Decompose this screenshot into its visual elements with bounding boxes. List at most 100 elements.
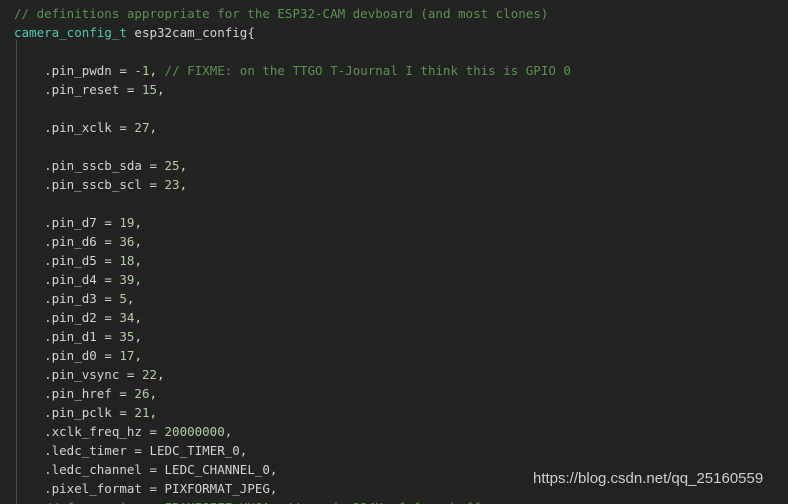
watermark-url: https://blog.csdn.net/qq_25160559 bbox=[533, 470, 764, 487]
code-token-op: = bbox=[119, 386, 135, 401]
code-line[interactable]: .pin_d2 = 34, bbox=[0, 308, 788, 327]
code-token-num: -1 bbox=[134, 63, 150, 78]
code-line[interactable]: .pin_d3 = 5, bbox=[0, 289, 788, 308]
code-line[interactable]: .pin_d0 = 17, bbox=[0, 346, 788, 365]
code-line[interactable]: .pin_vsync = 22, bbox=[0, 365, 788, 384]
code-token-idn: .pin_vsync bbox=[14, 367, 127, 382]
code-lines-container[interactable]: // definitions appropriate for the ESP32… bbox=[0, 4, 788, 504]
code-token-idn: .pin_d7 bbox=[14, 215, 105, 230]
code-line[interactable]: .pin_d4 = 39, bbox=[0, 270, 788, 289]
code-token-pun: , bbox=[126, 291, 135, 306]
code-token-op: = bbox=[119, 120, 135, 135]
code-token-op: = bbox=[134, 443, 150, 458]
code-line[interactable] bbox=[0, 99, 788, 118]
code-line[interactable]: .ledc_timer = LEDC_TIMER_0, bbox=[0, 441, 788, 460]
code-token-cmt: //.frame_size = FRAMESIZE_UXGA, // needs… bbox=[14, 500, 496, 504]
code-token-op: = bbox=[104, 272, 120, 287]
code-token-op: = bbox=[104, 291, 120, 306]
code-token-idn: .pin_d1 bbox=[14, 329, 105, 344]
code-token-pun: , bbox=[179, 177, 188, 192]
code-token-idn: .pin_href bbox=[14, 386, 120, 401]
code-token-idn: .pixel_format bbox=[14, 481, 150, 496]
code-line[interactable]: .pin_d7 = 19, bbox=[0, 213, 788, 232]
code-token-cmt: // FIXME: on the TTGO T-Journal I think … bbox=[164, 63, 571, 78]
code-token-idn: .pin_pwdn bbox=[14, 63, 120, 78]
code-token-op: = bbox=[119, 63, 135, 78]
code-token-pun: , bbox=[134, 215, 142, 230]
code-token-num: 36 bbox=[119, 234, 135, 249]
code-token-num: 25 bbox=[164, 158, 180, 173]
code-token-pun: , bbox=[179, 158, 188, 173]
code-line[interactable]: .pin_sscb_scl = 23, bbox=[0, 175, 788, 194]
code-token-num: 20000000 bbox=[164, 424, 225, 439]
code-token-op: = bbox=[126, 367, 142, 382]
code-token-op: = bbox=[104, 234, 120, 249]
code-editor[interactable]: // definitions appropriate for the ESP32… bbox=[0, 0, 788, 504]
code-token-num: 27 bbox=[134, 120, 150, 135]
code-token-pun: , bbox=[224, 424, 233, 439]
code-token-num: 5 bbox=[119, 291, 127, 306]
code-token-op: = bbox=[104, 215, 120, 230]
code-line[interactable]: .pin_d5 = 18, bbox=[0, 251, 788, 270]
code-line[interactable]: .pin_pwdn = -1, // FIXME: on the TTGO T-… bbox=[0, 61, 788, 80]
code-token-idn: .ledc_timer bbox=[14, 443, 135, 458]
code-token-idn: .pin_reset bbox=[14, 82, 127, 97]
code-token-op: = bbox=[149, 424, 165, 439]
code-token-op: = bbox=[149, 177, 165, 192]
code-token-idn: PIXFORMAT_JPEG bbox=[164, 481, 270, 496]
code-token-op: = bbox=[149, 462, 165, 477]
code-line[interactable] bbox=[0, 137, 788, 156]
code-token-idn: .ledc_channel bbox=[14, 462, 150, 477]
code-line[interactable]: // definitions appropriate for the ESP32… bbox=[0, 4, 788, 23]
code-line[interactable]: //.frame_size = FRAMESIZE_UXGA, // needs… bbox=[0, 498, 788, 504]
code-token-op: = bbox=[104, 348, 120, 363]
code-token-idn: LEDC_TIMER_0 bbox=[149, 443, 240, 458]
code-line[interactable]: .xclk_freq_hz = 20000000, bbox=[0, 422, 788, 441]
code-token-idn: .pin_d2 bbox=[14, 310, 105, 325]
code-line[interactable]: .pin_d1 = 35, bbox=[0, 327, 788, 346]
code-token-num: 26 bbox=[134, 386, 150, 401]
code-token-pun: { bbox=[247, 25, 255, 40]
code-token-idn: LEDC_CHANNEL_0 bbox=[164, 462, 270, 477]
code-token-num: 34 bbox=[119, 310, 135, 325]
code-token-idn: .pin_d5 bbox=[14, 253, 105, 268]
code-token-op: = bbox=[104, 329, 120, 344]
code-token-num: 22 bbox=[141, 367, 158, 382]
code-token-num: 18 bbox=[119, 253, 135, 268]
code-token-idn: .pin_d0 bbox=[14, 348, 105, 363]
code-line[interactable] bbox=[0, 42, 788, 61]
code-line[interactable]: .pin_href = 26, bbox=[0, 384, 788, 403]
code-token-pun: , bbox=[269, 462, 278, 477]
code-line[interactable]: .pin_pclk = 21, bbox=[0, 403, 788, 422]
code-line[interactable]: camera_config_t esp32cam_config{ bbox=[0, 23, 788, 42]
code-token-op: = bbox=[104, 310, 120, 325]
code-token-num: 39 bbox=[119, 272, 135, 287]
code-token-pun: , bbox=[134, 253, 142, 268]
code-token-idn: .xclk_freq_hz bbox=[14, 424, 150, 439]
code-token-num: 21 bbox=[134, 405, 150, 420]
code-line[interactable] bbox=[0, 194, 788, 213]
code-token-op: = bbox=[126, 82, 142, 97]
code-token-typ: camera_config_t bbox=[14, 25, 127, 40]
code-line[interactable]: .pin_sscb_sda = 25, bbox=[0, 156, 788, 175]
code-token-pun: , bbox=[157, 82, 165, 97]
code-token-pun: , bbox=[134, 329, 142, 344]
code-token-pun: , bbox=[134, 348, 142, 363]
code-token-pun: , bbox=[269, 481, 278, 496]
code-token-idn: .pin_xclk bbox=[14, 120, 120, 135]
code-token-cmt: // definitions appropriate for the ESP32… bbox=[14, 6, 549, 21]
code-line[interactable]: .pin_d6 = 36, bbox=[0, 232, 788, 251]
code-token-op: = bbox=[119, 405, 135, 420]
code-token-op: = bbox=[149, 481, 165, 496]
code-token-num: 17 bbox=[119, 348, 135, 363]
code-token-idn: .pin_sscb_scl bbox=[14, 177, 150, 192]
code-line[interactable]: .pin_xclk = 27, bbox=[0, 118, 788, 137]
code-token-pun: , bbox=[157, 367, 165, 382]
code-line[interactable]: .pin_reset = 15, bbox=[0, 80, 788, 99]
code-token-op: = bbox=[104, 253, 120, 268]
code-token-idn: esp32cam_config bbox=[126, 25, 248, 40]
code-token-num: 23 bbox=[164, 177, 180, 192]
code-token-pun: , bbox=[149, 405, 158, 420]
code-token-num: 35 bbox=[119, 329, 135, 344]
code-token-num: 19 bbox=[119, 215, 135, 230]
